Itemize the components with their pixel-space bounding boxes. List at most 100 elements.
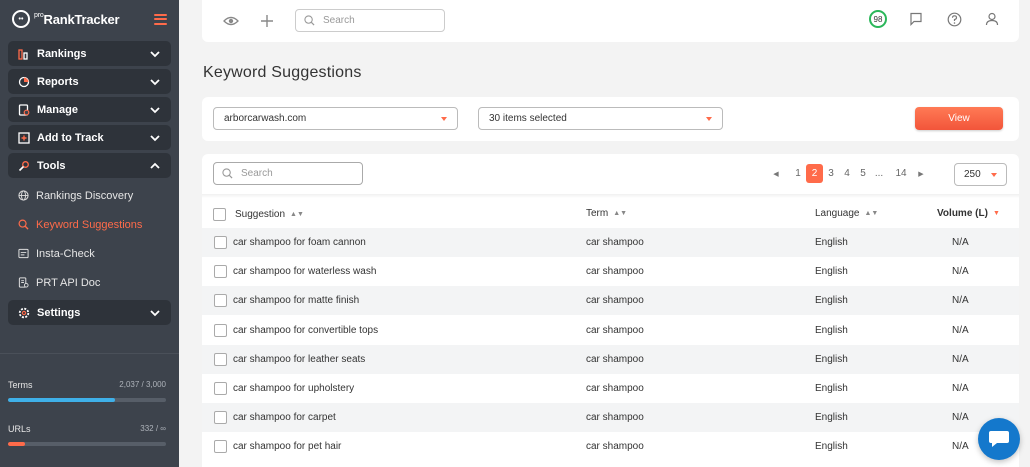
table-header-suggestion[interactable]: Suggestion ▲▼ [213,208,304,221]
page-link-current[interactable]: 2 [806,164,823,183]
top-search [295,9,445,32]
table-row[interactable]: car shampoo for carpet car shampoo English… [202,403,1019,433]
table-search [213,162,363,185]
row-checkbox[interactable] [214,294,227,308]
view-button[interactable]: View [915,107,1003,130]
rankings-icon [18,48,30,60]
top-search-input[interactable] [323,15,423,26]
cell-volume: N/A [952,324,969,336]
page-title: Keyword Suggestions [203,64,362,81]
sidebar-item-label: Keyword Suggestions [36,218,143,231]
chevron-down-icon [150,106,160,113]
items-select-value: 30 items selected [489,113,567,124]
nav-group-label: Tools [37,159,66,172]
suggestions-table-panel: ◀ 1 2 3 4 5 ... 14 ▶ 250 Suggestion ▲▼ T… [202,154,1019,467]
plus-icon[interactable] [258,12,276,30]
page-link[interactable]: 3 [823,168,839,179]
select-all-checkbox[interactable] [213,208,226,221]
page-link[interactable]: 14 [893,168,909,179]
eye-icon[interactable] [222,12,240,30]
hamburger-menu-icon[interactable] [154,13,167,25]
chat-support-button[interactable] [978,418,1020,460]
page-ellipsis: ... [874,168,884,179]
table-row[interactable]: car shampoo for matte finish car shampoo E… [202,286,1019,316]
user-icon[interactable] [983,10,1001,28]
cell-suggestion: car shampoo for waterless wash [233,266,377,278]
cell-suggestion: car shampoo for leather seats [233,353,366,365]
nav-group-tools[interactable]: Tools [8,153,171,178]
domain-select[interactable]: arborcarwash.com [213,107,458,130]
tools-icon [18,160,30,172]
nav-group-rankings[interactable]: Rankings [8,41,171,66]
cell-suggestion: car shampoo for matte finish [233,295,360,307]
cell-term: car shampoo [586,237,644,248]
per-page-value: 250 [964,169,981,180]
page-link[interactable]: 1 [790,168,806,179]
row-checkbox[interactable] [214,440,227,454]
caret-down-icon [991,172,997,177]
api-doc-icon [18,277,29,288]
manage-icon [18,103,30,116]
cell-language: English [815,353,848,365]
table-header-term[interactable]: Term ▲▼ [586,208,627,219]
row-checkbox[interactable] [214,236,227,249]
globe-icon [18,190,29,201]
filter-panel: arborcarwash.com 30 items selected View [202,97,1019,141]
sort-icon[interactable]: ▲▼ [613,210,627,217]
header-label: Language [815,208,860,219]
nav-group-manage[interactable]: Manage [8,97,171,122]
sort-desc-icon[interactable]: ▼ [993,210,1000,217]
chevron-down-icon [150,50,160,57]
help-icon[interactable] [945,10,963,28]
per-page-select[interactable]: 250 [954,163,1007,186]
row-checkbox[interactable] [214,323,227,337]
sort-icon[interactable]: ▲▼ [290,211,304,218]
row-checkbox[interactable] [214,411,227,425]
logo[interactable]: •• proRankTracker [12,10,120,28]
cell-term: car shampoo [586,295,644,307]
urls-value: 332 / ∞ [140,424,166,433]
table-row[interactable]: car shampoo for foam cannon car shampoo En… [202,228,1019,257]
chat-flag-icon[interactable] [907,10,925,28]
sidebar-item-rankings-discovery[interactable]: Rankings Discovery [0,181,179,210]
row-checkbox[interactable] [214,382,227,395]
logo-pre: pro [34,11,44,19]
items-select[interactable]: 30 items selected [478,107,723,130]
logo-text: proRankTracker [34,11,120,27]
nav-group-reports[interactable]: Reports [8,69,171,94]
sidebar-item-prt-api-doc[interactable]: PRT API Doc [0,268,179,297]
page-link[interactable]: 4 [839,168,855,179]
health-score-badge[interactable]: 98 [869,10,887,28]
table-row[interactable]: car shampoo for waterless wash car shampo… [202,257,1019,286]
cell-volume: N/A [952,237,969,248]
cell-language: English [815,295,848,307]
prev-page-icon[interactable]: ◀ [768,170,784,178]
insta-check-icon [18,248,29,259]
table-row[interactable]: car shampoo for convertible tops car sham… [202,316,1019,345]
cell-suggestion: car shampoo for carpet [233,412,336,424]
table-search-input[interactable] [241,168,341,179]
sidebar-item-insta-check[interactable]: Insta-Check [0,239,179,268]
table-row[interactable]: car shampoo for leather seats car shampoo… [202,344,1019,374]
row-checkbox[interactable] [214,352,227,366]
page-link[interactable]: 5 [855,168,871,179]
cell-term: car shampoo [586,441,644,453]
caret-down-icon [706,116,712,121]
header-label: Volume (L) [937,208,988,219]
logo-row: •• proRankTracker [0,0,179,38]
top-bar: 98 [202,0,1019,42]
row-checkbox[interactable] [214,265,227,279]
logo-name: RankTracker [43,11,120,27]
sort-icon[interactable]: ▲▼ [865,210,879,217]
table-row[interactable]: car shampoo for pet hair car shampoo Engli… [202,432,1019,461]
domain-select-value: arborcarwash.com [224,113,307,124]
sidebar-item-keyword-suggestions[interactable]: Keyword Suggestions [0,210,179,239]
urls-label: URLs [8,424,31,434]
cell-suggestion: car shampoo for foam cannon [233,237,366,248]
nav-group-add-to-track[interactable]: Add to Track [8,125,171,150]
next-page-icon[interactable]: ▶ [913,170,929,178]
table-row[interactable]: car shampoo for upholstery car shampoo Eng… [202,374,1019,403]
table-header-volume[interactable]: Volume (L) ▼ [937,208,1000,219]
table-header-language[interactable]: Language ▲▼ [815,208,878,219]
nav-group-settings[interactable]: Settings [8,300,171,325]
